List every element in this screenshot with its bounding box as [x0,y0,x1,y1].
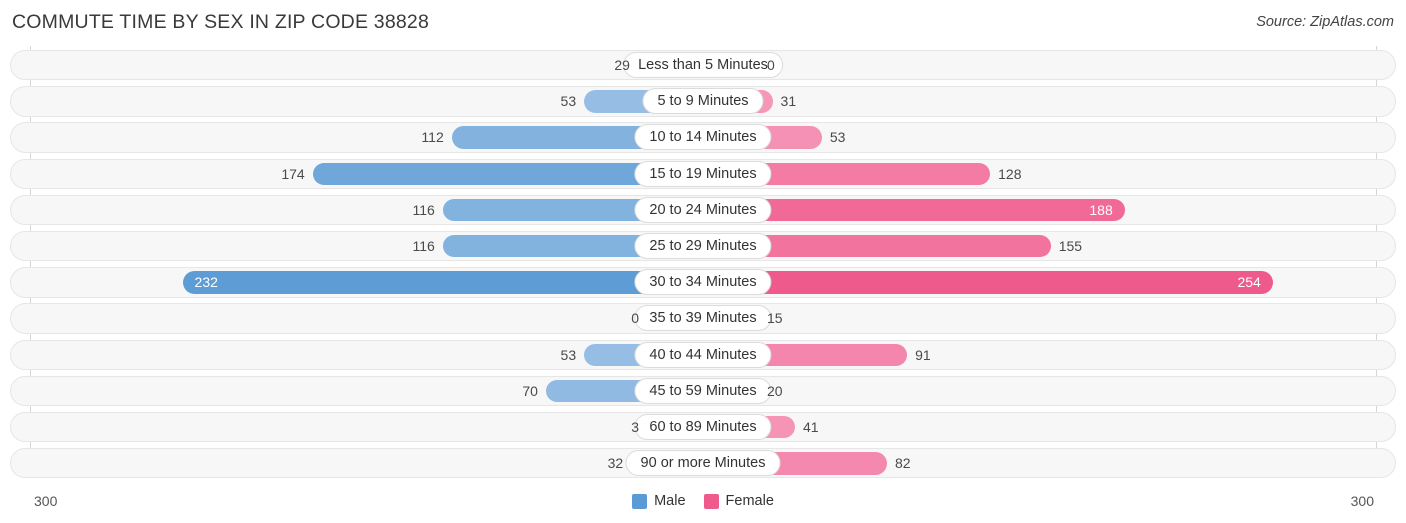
male-value-label: 32 [607,455,624,472]
legend-label: Male [654,493,686,509]
female-value-label: 128 [998,165,1022,182]
legend-label: Female [725,493,774,509]
category-label: 40 to 44 Minutes [634,341,772,368]
category-label: 10 to 14 Minutes [634,124,772,151]
male-value-label: 29 [614,57,630,73]
female-value-label: 41 [802,418,819,435]
category-label: 5 to 9 Minutes [642,88,764,115]
category-label: 25 to 29 Minutes [634,232,772,259]
female-value-label: 82 [894,455,911,472]
chart-row: 174 128 15 to 19 Minutes [0,158,1406,189]
female-value-label: 0 [767,57,775,73]
male-value-label: 174 [281,165,305,182]
chart-legend: Male Female [0,493,1406,509]
chart-row: 53 31 5 to 9 Minutes [0,86,1406,117]
male-value-label: 112 [421,129,444,146]
female-value-label: 155 [1058,237,1083,254]
male-value-label: 3 [631,418,639,435]
diverging-bar-chart: 29 0 Less than 5 Minutes 53 31 5 to 9 Minutes… [0,46,1406,483]
chart-row: 232 254 30 to 34 Minutes [0,267,1406,298]
female-value-label: 188 [1089,201,1113,218]
chart-row: 0 15 35 to 39 Minutes [0,303,1406,334]
chart-rows: 29 0 Less than 5 Minutes 53 31 5 to 9 Minutes… [0,50,1406,484]
category-label: 60 to 89 Minutes [634,413,772,440]
chart-header: COMMUTE TIME BY SEX IN ZIP CODE 38828 So… [0,0,1406,46]
male-value-label: 116 [412,201,435,218]
category-label: 15 to 19 Minutes [634,160,772,187]
chart-row: 29 0 Less than 5 Minutes [0,50,1406,81]
chart-row: 112 53 10 to 14 Minutes [0,122,1406,153]
chart-row: 32 82 90 or more Minutes [0,448,1406,479]
female-value-label: 91 [915,346,931,363]
male-value-label: 232 [194,274,218,291]
chart-row: 116 188 20 to 24 Minutes [0,194,1406,226]
source-attribution: Source: ZipAtlas.com [1256,14,1394,30]
chart-footer: 300 300 Male Female [0,487,1406,523]
page-title: COMMUTE TIME BY SEX IN ZIP CODE 38828 [12,11,430,33]
category-label: 35 to 39 Minutes [634,305,772,332]
female-value-label: 15 [767,310,783,327]
chart-row: 116 155 25 to 29 Minutes [0,230,1406,262]
female-value-label: 53 [829,129,846,146]
male-value-label: 0 [631,310,639,327]
chart-page: COMMUTE TIME BY SEX IN ZIP CODE 38828 So… [0,0,1406,523]
legend-swatch-icon [632,493,648,509]
legend-item-female[interactable]: Female [703,493,774,509]
male-value-label: 53 [560,346,577,363]
female-value-label: 20 [767,382,783,399]
legend-item-male[interactable]: Male [632,493,686,509]
female-value-label: 254 [1237,274,1261,291]
male-value-label: 53 [560,93,577,110]
female-value-label: 31 [780,93,797,110]
category-label: 45 to 59 Minutes [634,377,772,404]
chart-row: 70 20 45 to 59 Minutes [0,375,1406,407]
chart-row: 3 41 60 to 89 Minutes [0,411,1406,443]
male-value-label: 70 [522,382,538,399]
legend-swatch-icon [703,493,719,509]
male-value-label: 116 [412,237,435,254]
category-label: 90 or more Minutes [625,450,781,477]
chart-row: 53 91 40 to 44 Minutes [0,339,1406,370]
